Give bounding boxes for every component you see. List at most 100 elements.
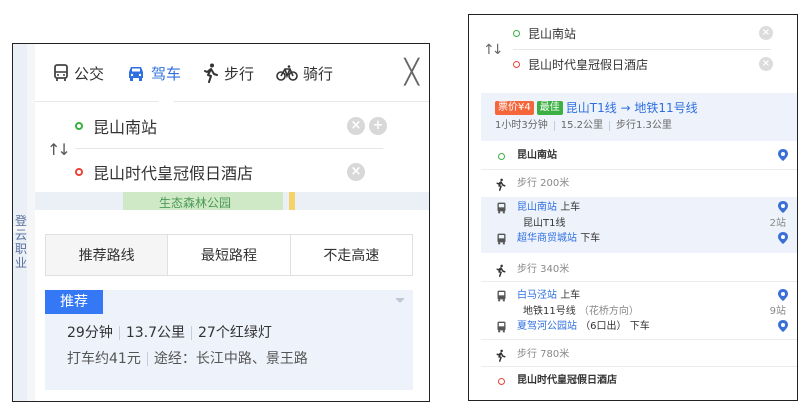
driving-route-panel: 生态森林公园 登云职业 公交 驾车 步行 骑行 ╳ ↑↓ 昆山南站 × + 昆山… — [12, 43, 430, 402]
route-time: 29分钟 — [67, 325, 113, 341]
route-stats: 29分钟 13.7公里 27个红绿灯 — [67, 326, 278, 340]
route-distance: 13.7公里 — [118, 326, 191, 340]
start-point-row[interactable]: 昆山南站 × — [513, 19, 773, 47]
walk-distance: 步行 340米 — [517, 264, 570, 275]
start-point-row[interactable]: 昆山南站 × + — [75, 106, 387, 146]
end-point-input[interactable]: 昆山时代皇冠假日酒店 — [528, 56, 648, 73]
map-place-label: 登云职业 — [15, 214, 28, 270]
plan-distance: 15.2公里 — [553, 121, 609, 131]
transport-mode-tabs: 公交 驾车 步行 骑行 ╳ — [35, 44, 429, 102]
board-station[interactable]: 昆山南站 — [517, 202, 557, 213]
end-point-row[interactable]: 昆山时代皇冠假日酒店 × — [75, 152, 387, 192]
divider — [481, 366, 797, 367]
alight-action: 下车 — [629, 321, 650, 332]
divider — [481, 169, 797, 170]
end-dot-icon — [75, 168, 83, 176]
recommended-route-card[interactable]: 推荐 29分钟 13.7公里 27个红绿灯 打车约41元 途经：长江中路、景王路 — [45, 290, 413, 390]
locate-pin-icon[interactable] — [778, 201, 788, 216]
board-action: 上车 — [560, 290, 581, 301]
bus-icon — [53, 64, 69, 82]
clear-icon[interactable]: × — [347, 117, 365, 135]
locate-pin-icon[interactable] — [778, 149, 788, 164]
end-dot-icon — [495, 374, 507, 388]
start-dot-icon — [495, 149, 507, 163]
fare-tag: 票价¥4 — [495, 100, 534, 115]
divider — [75, 148, 383, 149]
line-name[interactable]: 昆山T1线 — [523, 217, 565, 231]
map-park-label: 生态森林公园 — [159, 196, 232, 210]
walk-distance: 步行 780米 — [517, 349, 570, 360]
alight-station[interactable]: 夏驾河公园站 — [517, 321, 577, 332]
tab-walk[interactable]: 步行 — [203, 44, 254, 102]
swap-icon[interactable]: ↑↓ — [483, 42, 504, 58]
clear-icon[interactable]: × — [759, 57, 773, 71]
line-direction: （花桥方向） — [578, 306, 639, 317]
walk-icon — [495, 348, 507, 362]
tab-shortest[interactable]: 最短路程 — [168, 235, 291, 275]
alight-action: 下车 — [580, 233, 601, 244]
board-station[interactable]: 白马泾站 — [517, 290, 557, 301]
strategy-tabs: 推荐路线 最短路程 不走高速 — [45, 234, 413, 276]
close-icon[interactable]: ╳ — [405, 58, 419, 86]
route-via: 途经：长江中路、景王路 — [153, 351, 308, 367]
walk-icon — [495, 263, 507, 277]
divider — [481, 339, 797, 340]
start-point-input[interactable]: 昆山南站 — [528, 25, 576, 42]
route-traffic-lights: 27个红绿灯 — [191, 326, 278, 340]
plan-title-row: 票价¥4 最佳 昆山T1线 → 地铁11号线 — [495, 99, 698, 116]
route-strategy-area: 推荐路线 最短路程 不走高速 推荐 29分钟 13.7公里 27个红绿灯 打车约… — [35, 210, 429, 401]
locate-pin-icon[interactable] — [778, 232, 788, 247]
walk-distance: 步行 200米 — [517, 178, 570, 189]
bike-icon — [276, 65, 298, 81]
divider — [481, 281, 797, 282]
car-icon — [126, 65, 146, 81]
end-actions: × — [343, 163, 387, 181]
alight-exit: （6口出） — [580, 321, 627, 332]
step-start-name: 昆山南站 — [517, 150, 557, 161]
clear-icon[interactable]: × — [759, 26, 773, 40]
plan-header[interactable]: 票价¥4 最佳 昆山T1线 → 地铁11号线 1小时3分钟 15.2公里 步行1… — [481, 93, 797, 141]
transit-route-panel: ↑↓ 昆山南站 × 昆山时代皇冠假日酒店 × 票价¥4 最佳 昆山T1线 → 地… — [468, 14, 798, 401]
step-end-name: 昆山时代皇冠假日酒店 — [517, 375, 617, 386]
locate-pin-icon[interactable] — [778, 289, 788, 304]
route-detail: 打车约41元 途经：长江中路、景王路 — [67, 352, 314, 366]
tab-no-highway[interactable]: 不走高速 — [291, 235, 412, 275]
tab-walk-label: 步行 — [224, 64, 255, 83]
walk-icon — [495, 177, 507, 191]
end-dot-icon — [513, 60, 520, 68]
recommend-badge: 推荐 — [45, 290, 103, 314]
end-point-row[interactable]: 昆山时代皇冠假日酒店 × — [513, 50, 773, 78]
plan-title: 昆山T1线 → 地铁11号线 — [565, 101, 698, 115]
walk-icon — [203, 63, 219, 83]
alight-station[interactable]: 超华商贸城站 — [517, 233, 577, 244]
taxi-fare: 打车约41元 — [67, 352, 148, 366]
end-point-input[interactable]: 昆山时代皇冠假日酒店 — [93, 160, 253, 184]
add-waypoint-icon[interactable]: + — [369, 117, 387, 135]
transit-plan-card: 票价¥4 最佳 昆山T1线 → 地铁11号线 1小时3分钟 15.2公里 步行1… — [481, 93, 797, 397]
bus-icon — [495, 201, 507, 215]
bus-icon — [495, 320, 507, 334]
bus-icon — [495, 289, 507, 303]
start-actions: × + — [343, 117, 387, 135]
swap-icon[interactable]: ↑↓ — [47, 140, 71, 159]
tab-drive-label: 驾车 — [151, 64, 182, 83]
start-dot-icon — [75, 122, 83, 130]
plan-walk: 步行1.3公里 — [609, 121, 678, 131]
start-point-input[interactable]: 昆山南站 — [93, 114, 157, 138]
plan-duration: 1小时3分钟 — [495, 120, 548, 131]
tab-recommended[interactable]: 推荐路线 — [46, 235, 169, 275]
stop-count: 9站 — [769, 306, 786, 317]
active-tab-caret — [158, 94, 174, 102]
bus-icon — [495, 232, 507, 246]
best-tag: 最佳 — [536, 100, 563, 115]
clear-icon[interactable]: × — [347, 163, 365, 181]
tab-bike-label: 骑行 — [303, 64, 334, 83]
line-name[interactable]: 地铁11号线 — [523, 306, 576, 317]
board-action: 上车 — [560, 202, 581, 213]
start-dot-icon — [513, 29, 520, 37]
expand-arrow-icon[interactable] — [395, 298, 405, 303]
stop-count: 2站 — [769, 218, 786, 229]
tab-bus[interactable]: 公交 — [53, 44, 104, 102]
tab-bike[interactable]: 骑行 — [276, 44, 333, 102]
locate-pin-icon[interactable] — [778, 320, 788, 335]
